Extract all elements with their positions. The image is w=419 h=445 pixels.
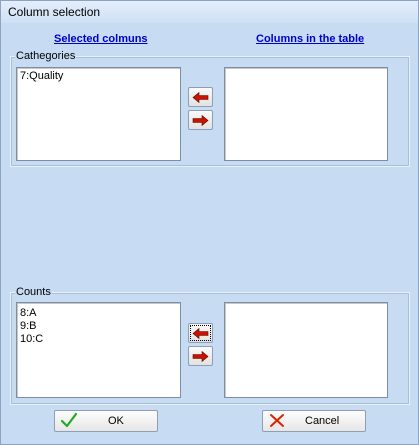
- list-item[interactable]: 7:Quality: [20, 70, 63, 83]
- counts-move-right-button[interactable]: [188, 346, 213, 366]
- table-columns-header[interactable]: Columns in the table: [256, 33, 364, 45]
- counts-group: Counts 8:A 9:B 10:C: [10, 286, 410, 405]
- column-selection-window: Column selection Selected colmuns Column…: [0, 0, 419, 445]
- counts-move-left-button[interactable]: [188, 323, 213, 343]
- list-item[interactable]: 9:B: [20, 320, 37, 333]
- arrow-left-icon: [192, 327, 209, 339]
- categories-selected-list[interactable]: 7:Quality: [16, 67, 181, 161]
- window-title: Column selection: [8, 5, 101, 19]
- cancel-button[interactable]: Cancel: [262, 410, 366, 432]
- categories-move-right-button[interactable]: [188, 110, 213, 130]
- checkmark-icon: [61, 413, 77, 428]
- counts-table-list[interactable]: [224, 302, 388, 398]
- ok-button[interactable]: OK: [54, 410, 158, 432]
- counts-selected-list[interactable]: 8:A 9:B 10:C: [16, 302, 181, 398]
- categories-table-list[interactable]: [224, 67, 388, 161]
- dialog-body: Selected colmuns Columns in the table Ca…: [7, 24, 412, 437]
- title-bar[interactable]: Column selection: [1, 1, 418, 23]
- categories-group: Cathegories 7:Quality: [10, 50, 410, 167]
- ok-button-label: OK: [108, 415, 124, 427]
- selected-columns-header[interactable]: Selected colmuns: [54, 33, 148, 45]
- cross-icon: [270, 414, 284, 427]
- arrow-left-icon: [192, 91, 209, 103]
- list-item[interactable]: 10:C: [20, 333, 43, 346]
- arrow-right-icon: [192, 114, 209, 126]
- list-item[interactable]: 8:A: [20, 307, 37, 320]
- categories-move-left-button[interactable]: [188, 87, 213, 107]
- cancel-button-label: Cancel: [305, 415, 340, 427]
- counts-group-label: Counts: [15, 286, 52, 298]
- categories-group-label: Cathegories: [15, 50, 77, 62]
- arrow-right-icon: [192, 350, 209, 362]
